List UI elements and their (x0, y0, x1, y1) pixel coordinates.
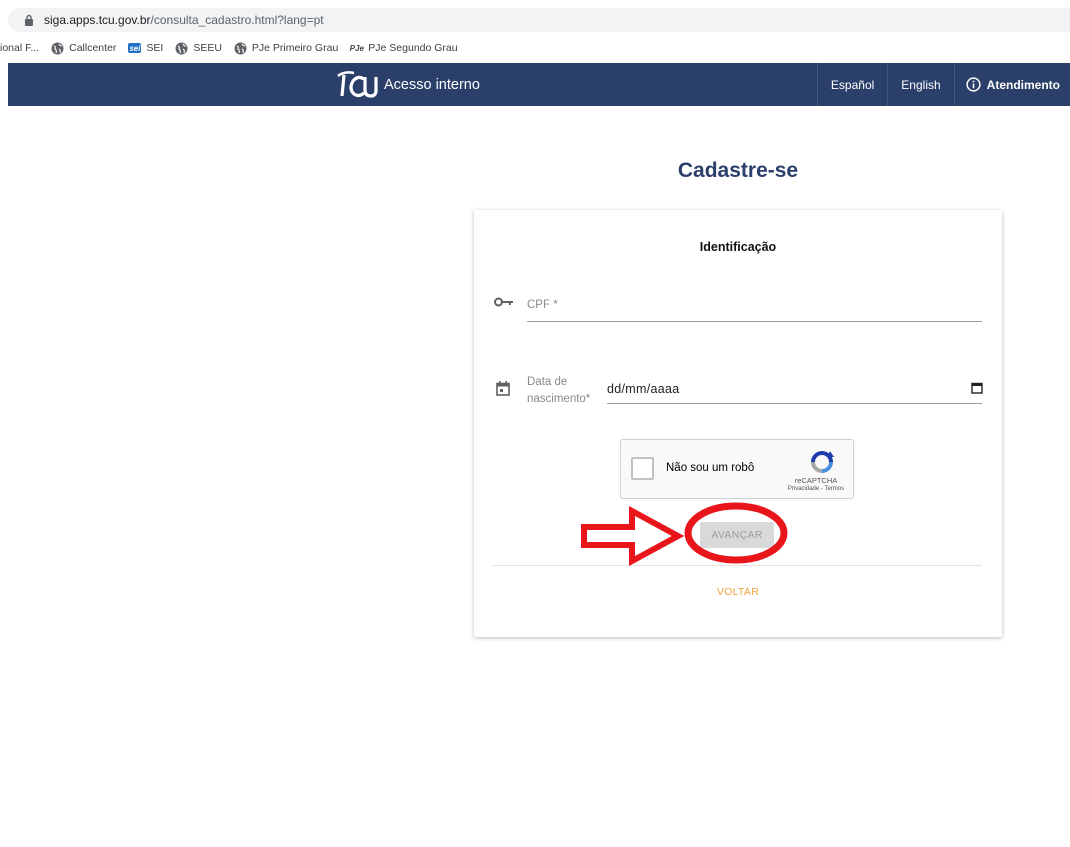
nav-atendimento[interactable]: Atendimento (953, 63, 1070, 106)
info-icon (966, 77, 981, 92)
bookmark-label: ional F... (0, 42, 40, 54)
lock-icon (22, 13, 36, 27)
bookmark-item[interactable]: PJe Primeiro Grau (234, 38, 338, 58)
page-title: Cadastre-se (677, 159, 799, 182)
birthdate-label: Data de nascimento* (527, 376, 591, 405)
birthdate-input[interactable]: dd/mm/aaaa (607, 382, 679, 396)
url-path: /consulta_cadastro.html?lang=pt (150, 13, 324, 27)
bookmark-item[interactable]: SEEU (175, 38, 222, 58)
back-button[interactable]: VOLTAR (474, 586, 1002, 598)
globe-icon (51, 42, 64, 55)
date-picker-icon[interactable] (971, 382, 983, 394)
app-header: Acesso interno Español English Atendimen… (8, 63, 1070, 106)
cpf-field[interactable]: CPF * (474, 210, 1002, 330)
url-host: siga.apps.tcu.gov.br (44, 13, 151, 27)
globe-icon (234, 42, 247, 55)
nav-espanol[interactable]: Español (816, 63, 887, 106)
calendar-icon (496, 381, 510, 396)
birthdate-underline (607, 403, 982, 404)
recaptcha-brand: reCAPTCHA (794, 476, 838, 485)
bookmark-item[interactable]: sei SEI (128, 38, 163, 58)
bookmark-label: PJe Segundo Grau (368, 42, 458, 54)
nav-label: Español (830, 77, 875, 92)
recaptcha-logo-icon (811, 451, 834, 473)
recaptcha-widget: Não sou um robô reCAPTCHA Privacidade - … (620, 439, 854, 499)
divider (492, 565, 982, 566)
recaptcha-label: Não sou um robô (666, 462, 755, 474)
address-bar[interactable]: siga.apps.tcu.gov.br/consulta_cadastro.h… (8, 8, 1070, 32)
bookmark-label: Callcenter (69, 42, 117, 54)
bookmark-label: SEI (146, 42, 164, 54)
bookmark-item[interactable]: PJe PJe Segundo Grau (349, 38, 458, 58)
bookmark-label: PJe Primeiro Grau (251, 42, 339, 54)
recaptcha-checkbox[interactable] (631, 457, 654, 480)
brand[interactable]: Acesso interno (334, 63, 480, 106)
bookmark-item[interactable]: ional F... (0, 38, 39, 58)
tcu-logo-icon (337, 70, 378, 98)
bookmarks-bar: ional F... Callcenter sei SEI SEEU PJe P… (0, 36, 1070, 60)
nav-english[interactable]: English (887, 63, 953, 106)
cpf-underline (527, 321, 982, 322)
recaptcha-links[interactable]: Privacidade - Termos (781, 486, 851, 492)
brand-title: Acesso interno (384, 76, 480, 93)
sei-icon: sei (128, 43, 142, 53)
nav-label: Atendimento (986, 77, 1060, 92)
pje-icon: PJe (349, 43, 364, 53)
next-button[interactable]: AVANÇAR (700, 522, 774, 548)
bookmark-item[interactable]: Callcenter (51, 38, 116, 58)
registration-card: Identificação CPF * Data de nascimento* d… (474, 210, 1002, 637)
nav-label: English (901, 77, 941, 92)
cpf-label: CPF * (527, 299, 558, 311)
header-nav: Español English Atendimento (816, 63, 1070, 106)
key-icon (494, 297, 513, 307)
globe-icon (175, 42, 188, 55)
birthdate-field[interactable]: Data de nascimento* dd/mm/aaaa (474, 360, 1002, 410)
bookmark-label: SEEU (193, 42, 222, 54)
